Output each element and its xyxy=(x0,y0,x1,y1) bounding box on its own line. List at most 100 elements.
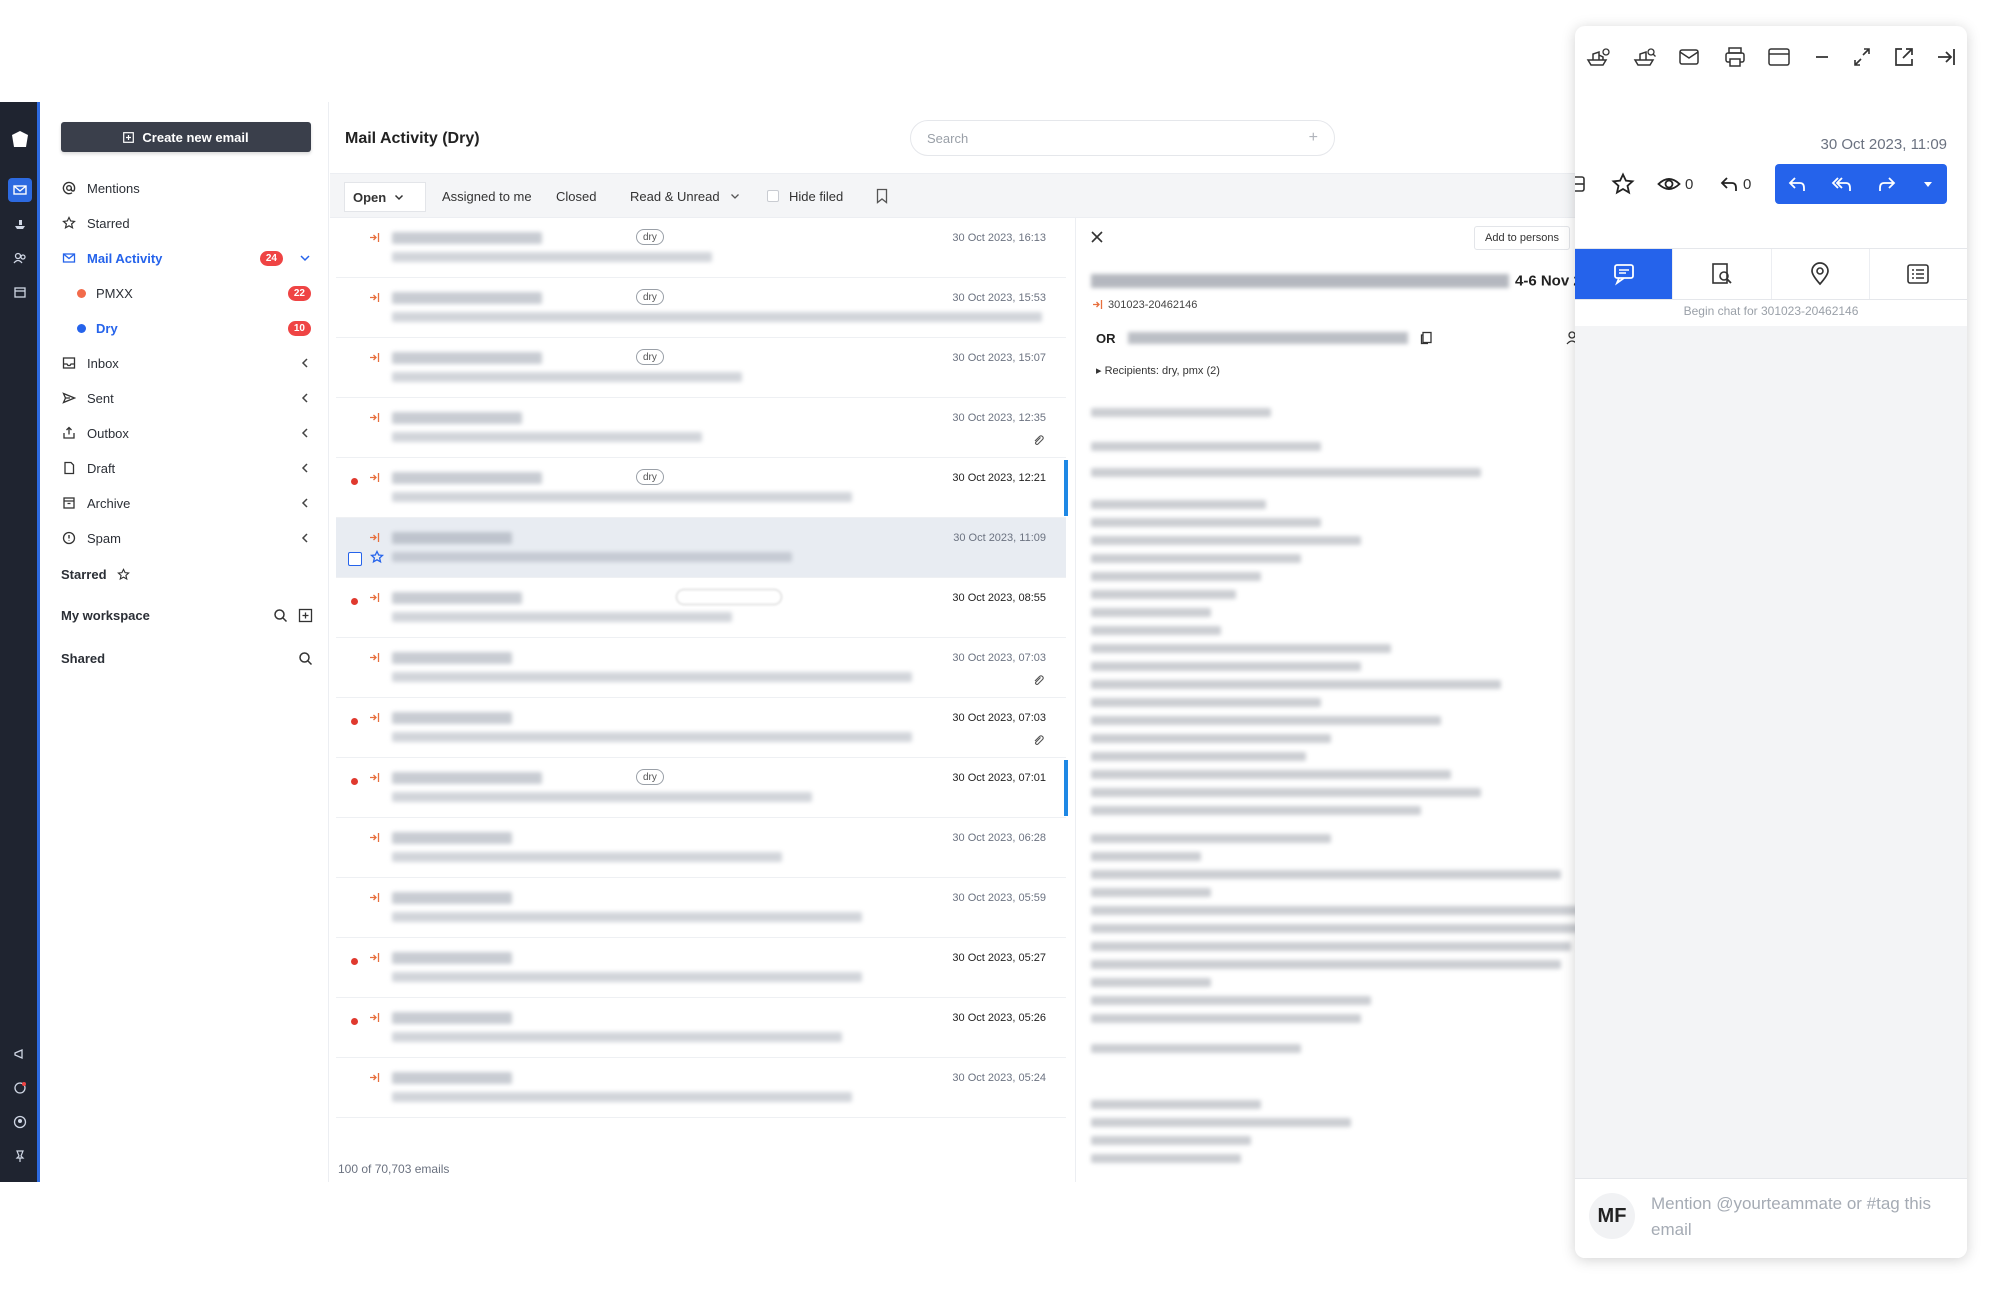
email-date: 30 Oct 2023, 12:21 xyxy=(952,472,1046,484)
tab-location[interactable] xyxy=(1772,249,1870,299)
sidebar-item-draft[interactable]: Draft xyxy=(61,455,323,481)
open-external-icon[interactable] xyxy=(1893,46,1915,68)
bookmark-icon[interactable] xyxy=(875,174,889,218)
forward-icon[interactable] xyxy=(1877,174,1897,194)
chat-hint: Begin chat for 301023-20462146 xyxy=(1683,304,1859,318)
table-row[interactable]: 30 Oct 2023, 08:55 xyxy=(336,578,1066,638)
shared-section[interactable]: Shared xyxy=(61,646,323,670)
unread-count-badge: 22 xyxy=(287,285,311,301)
archive-action-icon[interactable] xyxy=(1575,162,1587,206)
redacted-body-line xyxy=(1091,734,1331,743)
sidebar-item-archive[interactable]: Archive xyxy=(61,490,323,516)
add-workspace-icon[interactable] xyxy=(298,608,313,623)
tab-details[interactable] xyxy=(1870,249,1967,299)
print-icon[interactable] xyxy=(1723,46,1747,68)
sidebar-item-starred[interactable]: Starred xyxy=(61,210,323,236)
table-row[interactable]: 30 Oct 2023, 11:09 xyxy=(336,518,1066,578)
search-placeholder: Search xyxy=(927,130,969,146)
ship-rail-icon[interactable] xyxy=(8,212,32,236)
read-unread-dropdown[interactable]: Read & Unread xyxy=(630,174,740,218)
add-to-persons-button[interactable]: Add to persons xyxy=(1474,226,1570,250)
ship-search-icon[interactable] xyxy=(1632,46,1658,68)
reply-icon[interactable] xyxy=(1787,174,1807,194)
chevron-left-icon[interactable] xyxy=(299,427,311,439)
table-row[interactable]: 30 Oct 2023, 12:35 xyxy=(336,398,1066,458)
sidebar-subitem-dry[interactable]: Dry 10 xyxy=(77,315,323,341)
help-rail-icon[interactable] xyxy=(8,1076,32,1100)
table-row[interactable]: 30 Oct 2023, 05:26 xyxy=(336,998,1066,1058)
contacts-rail-icon[interactable] xyxy=(8,246,32,270)
sidebar-item-sent[interactable]: Sent xyxy=(61,385,323,411)
chevron-left-icon[interactable] xyxy=(299,497,311,509)
plus-icon[interactable]: + xyxy=(1309,129,1318,147)
table-row[interactable]: 30 Oct 2023, 05:59 xyxy=(336,878,1066,938)
table-row[interactable]: dry 30 Oct 2023, 16:13 xyxy=(336,218,1066,278)
star-icon[interactable] xyxy=(1611,162,1635,206)
table-row[interactable]: 30 Oct 2023, 07:03 xyxy=(336,698,1066,758)
table-row[interactable]: dry 30 Oct 2023, 12:21 xyxy=(336,458,1068,518)
table-row[interactable]: 30 Oct 2023, 05:27 xyxy=(336,938,1066,998)
search-input[interactable]: Search + xyxy=(910,120,1335,156)
reply-all-icon[interactable] xyxy=(1831,174,1853,194)
pin-rail-icon[interactable] xyxy=(8,1144,32,1168)
announcement-rail-icon[interactable] xyxy=(8,1042,32,1066)
email-date: 30 Oct 2023, 08:55 xyxy=(952,592,1046,604)
profile-rail-icon[interactable] xyxy=(8,1110,32,1134)
tab-document-search[interactable] xyxy=(1673,249,1772,299)
close-icon[interactable] xyxy=(1090,230,1104,244)
starred-section[interactable]: Starred xyxy=(61,562,323,586)
sidebar-item-mail-activity[interactable]: Mail Activity 24 xyxy=(61,245,323,271)
sidebar-item-inbox[interactable]: Inbox xyxy=(61,350,323,376)
ship-settings-icon[interactable] xyxy=(1585,46,1611,68)
recipients-toggle[interactable]: ▸ Recipients: dry, pmx (2) xyxy=(1096,364,1220,377)
recipients-label: Recipients: dry, pmx (2) xyxy=(1104,365,1220,377)
filter-closed[interactable]: Closed xyxy=(556,174,596,218)
attachment-icon xyxy=(1032,734,1044,746)
search-icon[interactable] xyxy=(273,608,288,623)
incoming-arrow-icon xyxy=(368,591,381,604)
sidebar-subitem-pmxx[interactable]: PMXX 22 xyxy=(77,280,323,306)
chevron-left-icon[interactable] xyxy=(299,462,311,474)
reply-button-group xyxy=(1775,164,1947,204)
copy-icon[interactable] xyxy=(1420,331,1433,345)
table-row[interactable]: 30 Oct 2023, 05:24 xyxy=(336,1058,1066,1118)
table-row[interactable]: 30 Oct 2023, 07:03 xyxy=(336,638,1066,698)
caret-down-icon[interactable] xyxy=(1921,177,1935,191)
workspace-section[interactable]: My workspace xyxy=(61,603,323,627)
hide-filed-checkbox[interactable] xyxy=(767,190,779,202)
search-icon[interactable] xyxy=(298,651,313,666)
create-new-email-button[interactable]: Create new email xyxy=(61,122,311,152)
calendar-rail-icon[interactable] xyxy=(8,280,32,304)
hide-filed-toggle[interactable]: Hide filed xyxy=(767,174,843,218)
chevron-left-icon[interactable] xyxy=(299,357,311,369)
exit-icon[interactable] xyxy=(1935,46,1957,68)
chevron-down-icon[interactable] xyxy=(299,252,311,264)
sidebar-item-outbox[interactable]: Outbox xyxy=(61,420,323,446)
chevron-left-icon[interactable] xyxy=(299,392,311,404)
layout-icon[interactable] xyxy=(1767,46,1791,68)
mail-settings-icon[interactable] xyxy=(1678,46,1702,68)
chevron-left-icon[interactable] xyxy=(299,532,311,544)
page-title: Mail Activity (Dry) xyxy=(345,130,480,147)
incoming-arrow-icon xyxy=(368,351,381,364)
redacted-sender xyxy=(392,1012,512,1024)
table-row[interactable]: dry 30 Oct 2023, 15:07 xyxy=(336,338,1066,398)
replies-count: 0 xyxy=(1743,175,1752,193)
person-add-icon[interactable] xyxy=(1565,330,1575,346)
row-checkbox[interactable] xyxy=(348,552,362,566)
table-row[interactable]: dry 30 Oct 2023, 15:53 xyxy=(336,278,1066,338)
tab-chat[interactable] xyxy=(1575,249,1674,299)
mail-rail-icon[interactable] xyxy=(8,178,32,202)
sidebar-item-spam[interactable]: Spam xyxy=(61,525,323,551)
app-logo-icon[interactable] xyxy=(8,128,32,152)
filter-assigned-to-me[interactable]: Assigned to me xyxy=(442,174,532,218)
minimize-icon[interactable] xyxy=(1812,46,1832,68)
table-row[interactable]: 30 Oct 2023, 06:28 xyxy=(336,818,1066,878)
table-row[interactable]: dry 30 Oct 2023, 07:01 xyxy=(336,758,1068,818)
star-icon[interactable] xyxy=(370,550,384,564)
sidebar-item-mentions[interactable]: Mentions xyxy=(61,175,323,201)
status-filter-dropdown[interactable]: Open xyxy=(344,182,426,212)
mention-input[interactable]: Mention @yourteammate or #tag this email xyxy=(1651,1191,1941,1243)
redacted-subject xyxy=(392,432,702,442)
expand-icon[interactable] xyxy=(1852,46,1872,68)
